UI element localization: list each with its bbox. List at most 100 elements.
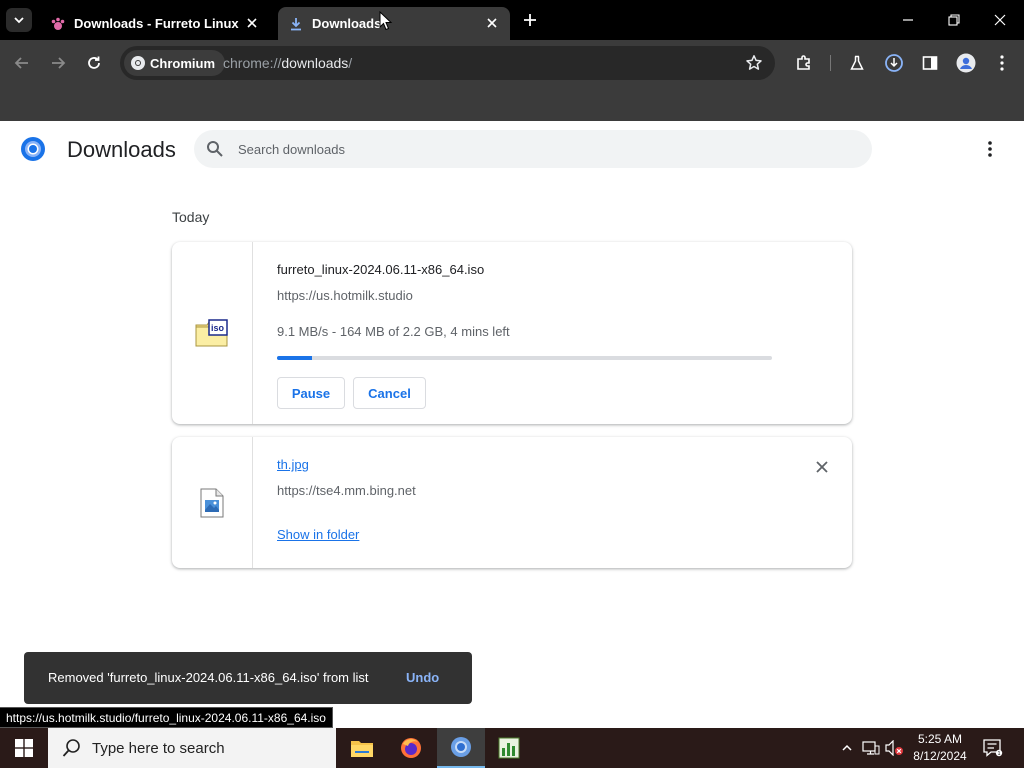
chevron-up-icon (842, 744, 852, 751)
site-chip[interactable]: Chromium (124, 50, 225, 76)
windows-logo-icon (15, 739, 33, 757)
toolbar-divider (830, 55, 831, 71)
remove-download-button[interactable] (812, 457, 832, 477)
minimize-icon (903, 19, 913, 21)
file-source-url: https://us.hotmilk.studio (277, 288, 413, 303)
image-file-icon (200, 488, 224, 517)
action-center-button[interactable]: 1 (980, 736, 1006, 760)
back-button[interactable] (11, 52, 33, 74)
url-text: chrome://downloads/ (223, 55, 353, 71)
start-button[interactable] (0, 728, 48, 768)
removed-toast: Removed 'furreto_linux-2024.06.11-x86_64… (24, 652, 472, 704)
download-progress-bar (277, 356, 772, 360)
chromium-logo-icon (21, 137, 45, 161)
show-in-folder-link[interactable]: Show in folder (277, 527, 359, 542)
avatar-icon (956, 53, 976, 73)
search-input[interactable] (238, 130, 838, 168)
arrow-left-icon (14, 57, 28, 69)
star-icon[interactable] (745, 54, 763, 72)
page-menu-button[interactable] (980, 139, 1000, 159)
side-panel-button[interactable] (919, 52, 941, 74)
progress-fill (277, 356, 312, 360)
tab-search-button[interactable] (6, 8, 32, 32)
flask-icon (850, 55, 864, 70)
tab-title: Downloads (312, 16, 382, 31)
site-chip-label: Chromium (150, 55, 215, 71)
status-bubble: https://us.hotmilk.studio/furreto_linux-… (0, 707, 333, 728)
kebab-menu-icon (988, 141, 992, 157)
arrow-right-icon (52, 57, 66, 69)
chevron-down-icon (14, 17, 24, 24)
task-manager-icon (498, 737, 520, 759)
close-icon[interactable] (484, 15, 500, 31)
close-icon (994, 14, 1006, 26)
side-panel-icon (922, 56, 938, 70)
download-item: th.jpg https://tse4.mm.bing.net Show in … (172, 437, 852, 568)
puzzle-icon (797, 55, 810, 70)
search-icon (207, 141, 223, 157)
svg-text:1: 1 (998, 751, 1001, 757)
download-icon (288, 16, 304, 32)
volume-muted-icon (885, 740, 903, 756)
menu-button[interactable] (991, 52, 1013, 74)
tab-downloads[interactable]: Downloads (278, 7, 510, 40)
network-icon (862, 741, 880, 755)
windows-taskbar: Type here to search 5:25 AM 8/12/2024 1 (0, 728, 1024, 768)
download-progress-icon (885, 54, 903, 72)
profile-button[interactable] (955, 52, 977, 74)
pause-button[interactable]: Pause (277, 377, 345, 409)
browser-toolbar: Chromium chrome://downloads/ (0, 40, 1024, 86)
page-title: Downloads (67, 137, 176, 162)
search-downloads-box[interactable] (194, 130, 872, 168)
labs-button[interactable] (846, 52, 868, 74)
notification-icon: 1 (983, 739, 1003, 757)
extensions-button[interactable] (793, 52, 815, 74)
tab-title: Downloads - Furreto Linux (74, 16, 239, 31)
mouse-cursor-icon (379, 11, 393, 31)
close-icon (816, 461, 828, 473)
kebab-menu-icon (1000, 55, 1004, 71)
paw-icon (50, 16, 66, 32)
address-bar[interactable]: Chromium chrome://downloads/ (120, 46, 775, 80)
cancel-button[interactable]: Cancel (353, 377, 426, 409)
tab-furreto-downloads[interactable]: Downloads - Furreto Linux (40, 7, 270, 40)
new-tab-button[interactable] (520, 10, 540, 30)
downloads-page: Downloads Today iso furreto_linux-2024.0… (0, 121, 1024, 728)
taskbar-clock[interactable]: 5:25 AM 8/12/2024 (908, 731, 972, 765)
forward-button[interactable] (47, 52, 69, 74)
restore-button[interactable] (944, 10, 964, 30)
clock-time: 5:25 AM (917, 732, 963, 746)
reload-button[interactable] (83, 52, 105, 74)
clock-date: 8/12/2024 (913, 749, 967, 763)
taskbar-app-firefox[interactable] (387, 728, 435, 768)
file-explorer-icon (351, 741, 373, 757)
download-status: 9.1 MB/s - 164 MB of 2.2 GB, 4 mins left (277, 324, 510, 339)
iso-file-icon: iso (195, 319, 228, 347)
downloads-toolbar-button[interactable] (883, 52, 905, 74)
toast-message: Removed 'furreto_linux-2024.06.11-x86_64… (48, 670, 369, 685)
reload-icon (88, 56, 100, 69)
tray-network[interactable] (861, 738, 881, 758)
file-name-link[interactable]: th.jpg (277, 457, 309, 472)
download-item: iso furreto_linux-2024.06.11-x86_64.iso … (172, 242, 852, 424)
firefox-icon (401, 738, 421, 758)
taskbar-app-chromium[interactable] (437, 728, 485, 768)
bookmark-bar (0, 86, 1024, 121)
undo-button[interactable]: Undo (406, 670, 439, 685)
tray-overflow-button[interactable] (837, 738, 857, 758)
svg-text:iso: iso (211, 323, 225, 333)
taskbar-search-placeholder: Type here to search (92, 739, 225, 757)
date-header: Today (172, 209, 210, 225)
minimize-button[interactable] (898, 10, 918, 30)
taskbar-app-file-explorer[interactable] (338, 728, 386, 768)
taskbar-search[interactable]: Type here to search (48, 728, 336, 768)
file-source-url: https://tse4.mm.bing.net (277, 483, 416, 498)
plus-icon (524, 14, 536, 26)
chromium-icon (451, 737, 471, 757)
close-window-button[interactable] (990, 10, 1010, 30)
file-name: furreto_linux-2024.06.11-x86_64.iso (277, 262, 485, 277)
close-icon[interactable] (244, 15, 260, 31)
tray-volume[interactable] (885, 738, 905, 758)
chromium-icon (131, 56, 145, 70)
taskbar-app-task-manager[interactable] (485, 728, 533, 768)
